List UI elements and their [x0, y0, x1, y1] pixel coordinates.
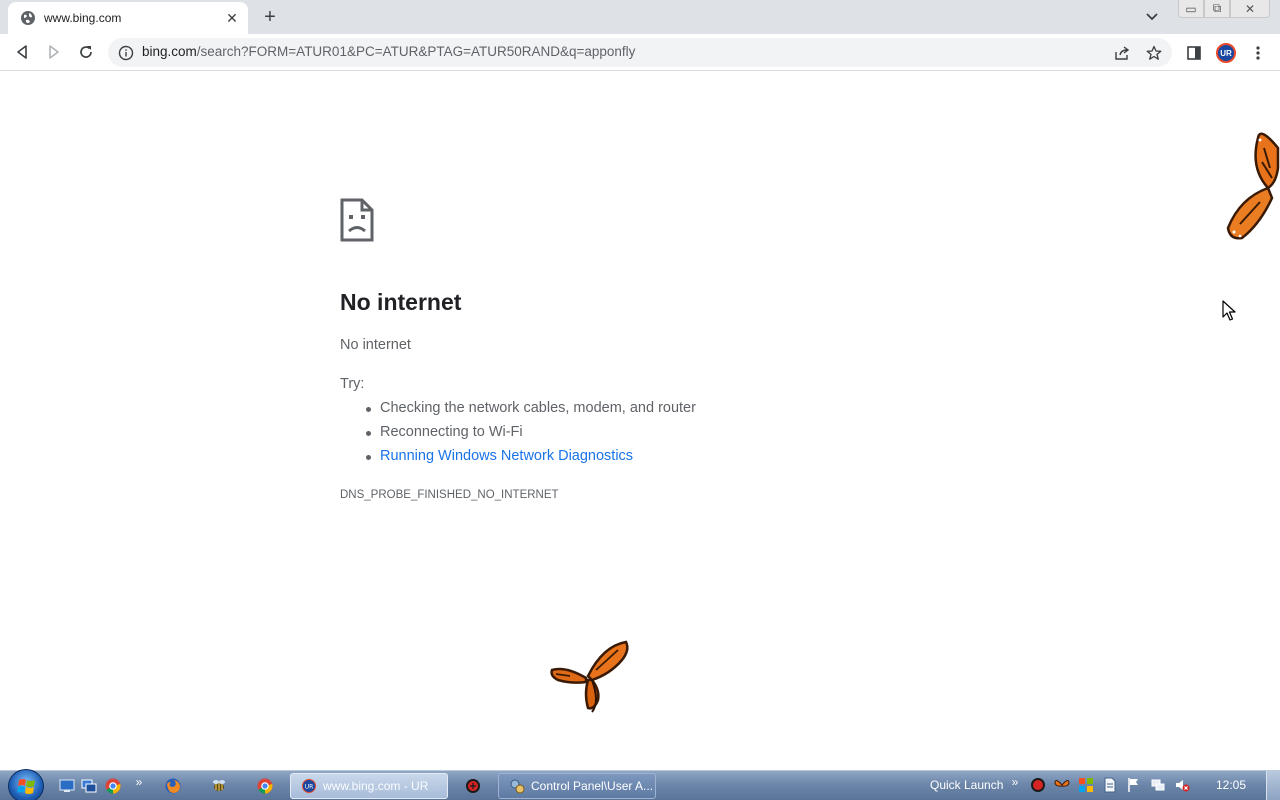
reload-icon: [80, 46, 92, 58]
mouse-cursor-icon: [1222, 300, 1236, 327]
back-arrow-icon: [17, 45, 27, 59]
tab-search-chevron-icon[interactable]: [1142, 7, 1162, 27]
red-circle-app-icon[interactable]: [464, 777, 482, 795]
site-info-icon[interactable]: [118, 45, 134, 61]
window-controls: ▭ ⧉ ✕: [1178, 0, 1270, 18]
tab-close-icon[interactable]: ✕: [222, 8, 242, 28]
forward-button[interactable]: [42, 40, 66, 64]
suggestion-item: Reconnecting to Wi-Fi: [366, 424, 696, 448]
globe-icon: [20, 10, 36, 26]
error-code: DNS_PROBE_FINISHED_NO_INTERNET: [340, 489, 559, 501]
tab-strip: www.bing.com ✕ + ▭ ⧉ ✕: [0, 0, 1280, 34]
forward-arrow-icon: [49, 45, 59, 59]
action-center-flag-icon[interactable]: [1126, 777, 1142, 793]
taskbar-item-label: Control Panel\User A...: [531, 779, 654, 793]
taskbar-item-control-panel[interactable]: Control Panel\User A...: [498, 773, 656, 799]
taskbar-clock[interactable]: 12:05: [1216, 778, 1246, 792]
tray-red-circle-icon[interactable]: [1030, 777, 1046, 793]
sad-document-icon: [340, 198, 374, 247]
profile-initials: UR: [1216, 43, 1236, 63]
ur-browser-icon: UR: [301, 778, 317, 794]
url-text[interactable]: bing.com/search?FORM=ATUR01&PC=ATUR&PTAG…: [142, 44, 635, 59]
profile-avatar[interactable]: UR: [1216, 43, 1236, 63]
restore-button[interactable]: ⧉: [1204, 0, 1230, 18]
tab-title: www.bing.com: [44, 11, 122, 25]
browser-tab[interactable]: www.bing.com ✕: [8, 2, 248, 34]
try-label: Try:: [340, 376, 365, 392]
control-panel-icon: [509, 778, 525, 794]
reload-button[interactable]: [74, 40, 98, 64]
address-bar[interactable]: bing.com/search?FORM=ATUR01&PC=ATUR&PTAG…: [108, 38, 1172, 67]
taskbar-item-browser[interactable]: UR www.bing.com - UR: [290, 773, 448, 799]
butterfly-icon: [1220, 128, 1280, 249]
show-desktop-button[interactable]: [1266, 771, 1280, 800]
suggestion-item: Checking the network cables, modem, and …: [366, 400, 696, 424]
quick-launch-overflow-icon[interactable]: »: [1006, 773, 1024, 791]
chrome-icon[interactable]: [104, 777, 122, 795]
network-icon[interactable]: [1150, 777, 1166, 793]
browser-toolbar: bing.com/search?FORM=ATUR01&PC=ATUR&PTAG…: [0, 34, 1280, 71]
bee-app-icon[interactable]: [210, 777, 228, 795]
volume-muted-icon[interactable]: [1174, 777, 1190, 793]
share-icon[interactable]: [1112, 44, 1132, 62]
switch-windows-icon[interactable]: [80, 777, 98, 795]
tray-butterfly-icon[interactable]: [1054, 777, 1070, 793]
tray-windows-flag-icon[interactable]: [1078, 777, 1094, 793]
side-panel-icon[interactable]: [1184, 43, 1204, 63]
firefox-icon[interactable]: [164, 777, 182, 795]
tray-document-icon[interactable]: [1102, 777, 1118, 793]
back-button[interactable]: [10, 40, 34, 64]
new-tab-button[interactable]: +: [258, 5, 282, 29]
network-diagnostics-link[interactable]: Running Windows Network Diagnostics: [366, 448, 696, 472]
menu-kebab-icon[interactable]: [1248, 43, 1268, 63]
show-desktop-icon[interactable]: [58, 777, 76, 795]
minimize-button[interactable]: ▭: [1178, 0, 1204, 18]
taskbar-item-label: www.bing.com - UR: [323, 779, 429, 793]
error-subtitle: No internet: [340, 337, 411, 353]
butterfly-icon: [548, 636, 632, 719]
url-host: bing.com: [142, 44, 197, 59]
bookmark-star-icon[interactable]: [1144, 44, 1164, 62]
url-path: /search?FORM=ATUR01&PC=ATUR&PTAG=ATUR50R…: [196, 44, 636, 59]
quicklaunch-overflow-icon[interactable]: »: [130, 773, 148, 791]
windows-taskbar: » UR www.bing.com - UR Control Panel\Use…: [0, 769, 1280, 800]
svg-text:UR: UR: [305, 784, 314, 791]
chrome-icon[interactable]: [256, 777, 274, 795]
start-button[interactable]: [8, 769, 44, 800]
close-window-button[interactable]: ✕: [1230, 0, 1270, 18]
suggestion-list: Checking the network cables, modem, and …: [366, 400, 696, 472]
windows-logo-icon: [17, 779, 35, 794]
error-title: No internet: [340, 289, 462, 315]
quick-launch-label: Quick Launch: [930, 778, 1004, 792]
